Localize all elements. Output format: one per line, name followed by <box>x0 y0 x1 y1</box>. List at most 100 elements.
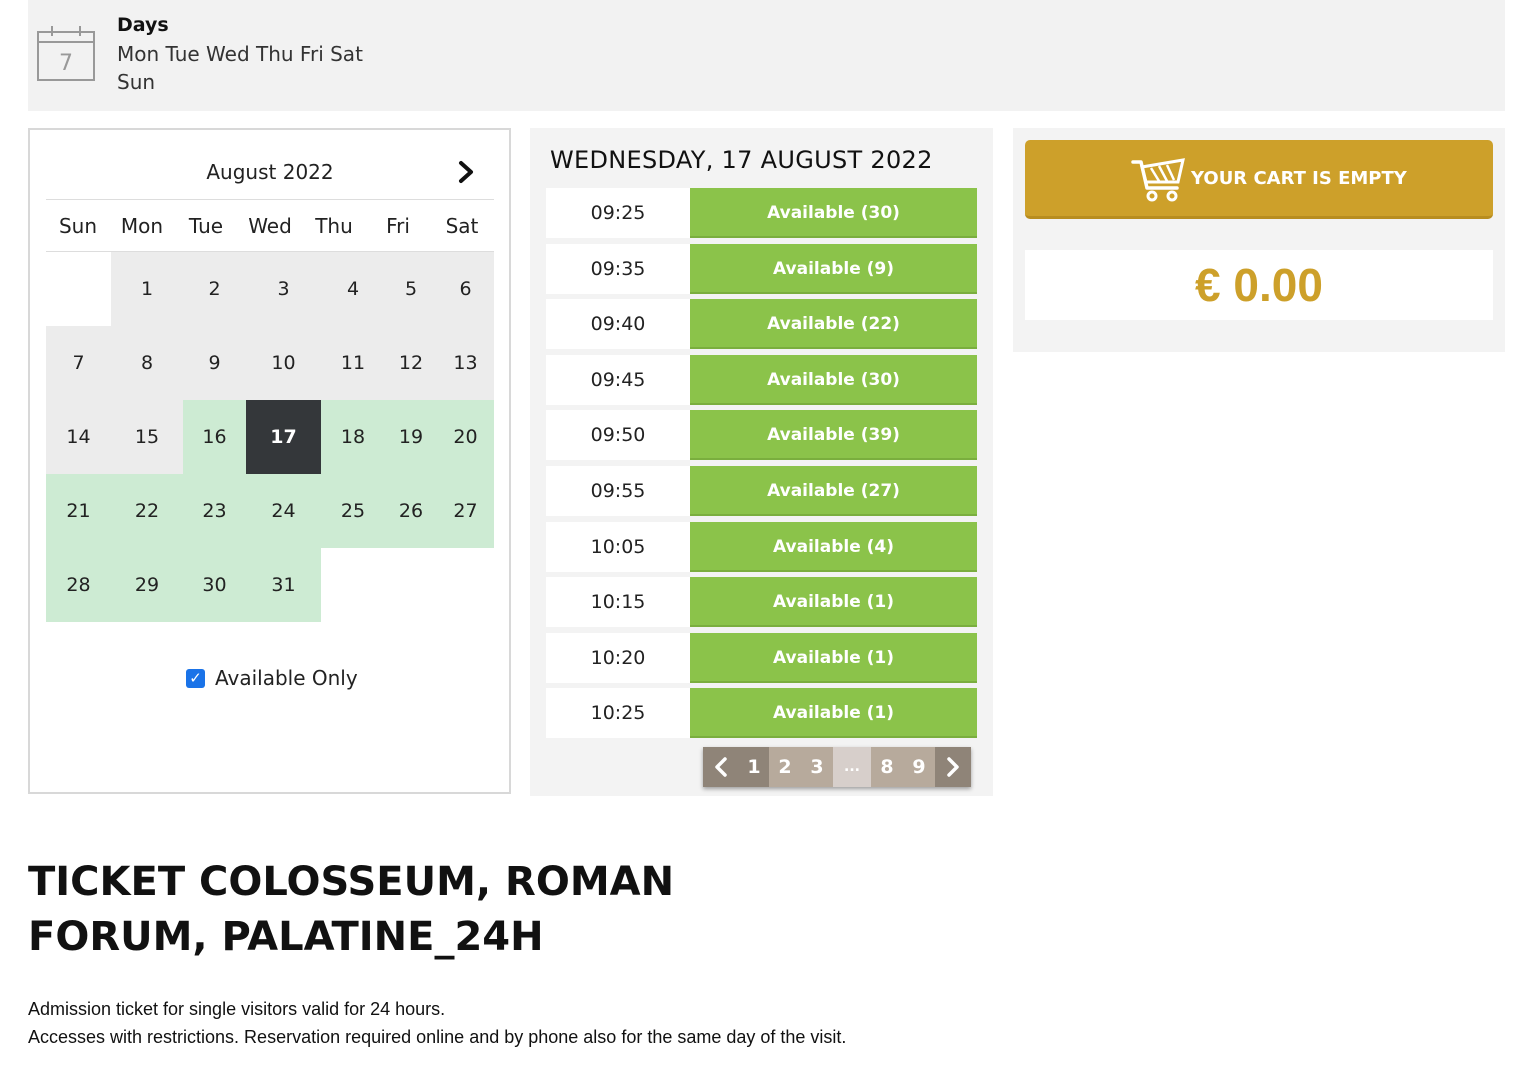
timeslot-available-button[interactable]: Available (1) <box>690 577 977 628</box>
description-line-1: Admission ticket for single visitors val… <box>28 999 446 1019</box>
svg-text:7: 7 <box>59 51 73 76</box>
calendar-day-19[interactable]: 19 <box>385 400 437 474</box>
calendar-week: 7 8 9 10 11 12 13 <box>46 326 494 400</box>
description-line-2: Accesses with restrictions. Reservation … <box>28 1027 847 1047</box>
timeslot-time: 09:55 <box>546 465 690 516</box>
shopping-cart-icon <box>1131 158 1185 202</box>
calendar-day-17[interactable]: 17 <box>246 400 321 474</box>
timeslot-row: 10:20 Available (1) <box>546 632 977 683</box>
timeslot-list: 09:25 Available (30) 09:35 Available (9) 09:… <box>546 188 977 744</box>
weekday-header: Sun Mon Tue Wed Thu Fri Sat <box>46 204 494 252</box>
days-title: Days <box>117 14 169 36</box>
pager-page-9[interactable]: 9 <box>903 747 935 787</box>
timeslot-time: 10:20 <box>546 632 690 683</box>
timeslot-row: 09:35 Available (9) <box>546 243 977 294</box>
cart-total-box: € 0.00 <box>1025 250 1493 320</box>
calendar-empty-cell <box>321 548 385 622</box>
timeslot-time: 09:35 <box>546 243 690 294</box>
weekday-mon: Mon <box>120 214 164 238</box>
timeslot-row: 09:40 Available (22) <box>546 299 977 350</box>
timeslot-available-button[interactable]: Available (39) <box>690 410 977 461</box>
pager-page-2[interactable]: 2 <box>769 747 801 787</box>
calendar-day-14: 14 <box>46 400 111 474</box>
available-only-checkbox[interactable]: ✓ <box>186 668 205 688</box>
timeslot-available-button[interactable]: Available (30) <box>690 354 977 405</box>
calendar-day-22[interactable]: 22 <box>111 474 183 548</box>
pager-page-3[interactable]: 3 <box>801 747 833 787</box>
pager-ellipsis: ... <box>833 747 871 787</box>
calendar-day-24[interactable]: 24 <box>246 474 321 548</box>
calendar-day-31[interactable]: 31 <box>246 548 321 622</box>
chevron-right-icon <box>459 161 473 183</box>
calendar-day-29[interactable]: 29 <box>111 548 183 622</box>
calendar-day-30[interactable]: 30 <box>183 548 246 622</box>
timeslot-available-button[interactable]: Available (27) <box>690 465 977 516</box>
calendar-day-18[interactable]: 18 <box>321 400 385 474</box>
timeslot-available-button[interactable]: Available (22) <box>690 299 977 350</box>
chevron-right-icon <box>947 757 959 777</box>
calendar-grid: 1 2 3 4 5 6 7 8 9 10 11 12 13 14 15 16 17 18 19 20 21 22 23 24 2… <box>46 252 494 622</box>
calendar-week: 28 29 30 31 <box>46 548 494 622</box>
calendar-day-25[interactable]: 25 <box>321 474 385 548</box>
calendar-day-28[interactable]: 28 <box>46 548 111 622</box>
pager-page-1[interactable]: 1 <box>739 747 769 787</box>
calendar-day-8: 8 <box>111 326 183 400</box>
timeslot-available-button[interactable]: Available (1) <box>690 632 977 683</box>
cart-panel: YOUR CART IS EMPTY € 0.00 <box>1013 128 1505 352</box>
calendar-week: 14 15 16 17 18 19 20 <box>46 400 494 474</box>
selected-date-title: WEDNESDAY, 17 AUGUST 2022 <box>550 146 933 174</box>
calendar-day-11: 11 <box>321 326 385 400</box>
calendar-day-20[interactable]: 20 <box>437 400 494 474</box>
calendar-day-9: 9 <box>183 326 246 400</box>
cart-button[interactable]: YOUR CART IS EMPTY <box>1025 140 1493 219</box>
calendar-empty-cell <box>385 548 437 622</box>
weekday-tue: Tue <box>188 214 224 238</box>
calendar-day-26[interactable]: 26 <box>385 474 437 548</box>
weekday-thu: Thu <box>315 214 353 238</box>
calendar-header: August 2022 <box>46 148 494 200</box>
days-bar: 7 Days Mon Tue Wed Thu Fri Sat Sun <box>28 0 1505 111</box>
calendar-day-27[interactable]: 27 <box>437 474 494 548</box>
timeslot-row: 10:05 Available (4) <box>546 521 977 572</box>
calendar-day-5: 5 <box>385 252 437 326</box>
product-description: Admission ticket for single visitors val… <box>28 995 846 1051</box>
timeslot-row: 09:25 Available (30) <box>546 188 977 238</box>
pager-next-button[interactable] <box>935 747 971 787</box>
calendar-day-7: 7 <box>46 326 111 400</box>
calendar-month: August 2022 <box>206 160 334 184</box>
timeslot-row: 10:15 Available (1) <box>546 577 977 628</box>
timeslot-available-button[interactable]: Available (30) <box>690 188 977 238</box>
calendar-day-16[interactable]: 16 <box>183 400 246 474</box>
timeslot-time: 10:05 <box>546 521 690 572</box>
pager-page-8[interactable]: 8 <box>871 747 903 787</box>
timeslot-time: 09:50 <box>546 410 690 461</box>
days-list: Mon Tue Wed Thu Fri Sat Sun <box>117 42 363 94</box>
calendar-day-10: 10 <box>246 326 321 400</box>
calendar-day-15: 15 <box>111 400 183 474</box>
calendar-day-6: 6 <box>437 252 494 326</box>
timeslot-row: 09:50 Available (39) <box>546 410 977 461</box>
timeslot-row: 10:25 Available (1) <box>546 688 977 739</box>
calendar-day-4: 4 <box>321 252 385 326</box>
available-only-label: Available Only <box>215 666 358 690</box>
timeslot-time: 10:25 <box>546 688 690 739</box>
calendar-empty-cell <box>46 252 111 326</box>
calendar-icon: 7 <box>37 26 95 81</box>
calendar-day-3: 3 <box>246 252 321 326</box>
calendar-empty-cell <box>437 548 494 622</box>
calendar-day-21[interactable]: 21 <box>46 474 111 548</box>
timeslot-row: 09:45 Available (30) <box>546 354 977 405</box>
weekday-sun: Sun <box>58 214 98 238</box>
timeslot-time: 09:25 <box>546 188 690 238</box>
next-month-button[interactable] <box>454 158 478 186</box>
timeslot-available-button[interactable]: Available (4) <box>690 521 977 572</box>
calendar-day-23[interactable]: 23 <box>183 474 246 548</box>
cart-total: € 0.00 <box>1195 259 1323 311</box>
pagination: 1 2 3... 8 9 <box>703 747 971 787</box>
timeslot-available-button[interactable]: Available (9) <box>690 243 977 294</box>
pager-prev-button[interactable] <box>703 747 739 787</box>
available-only-toggle[interactable]: ✓ Available Only <box>186 666 358 690</box>
calendar-day-12: 12 <box>385 326 437 400</box>
timeslot-available-button[interactable]: Available (1) <box>690 688 977 739</box>
weekday-sat: Sat <box>445 214 479 238</box>
